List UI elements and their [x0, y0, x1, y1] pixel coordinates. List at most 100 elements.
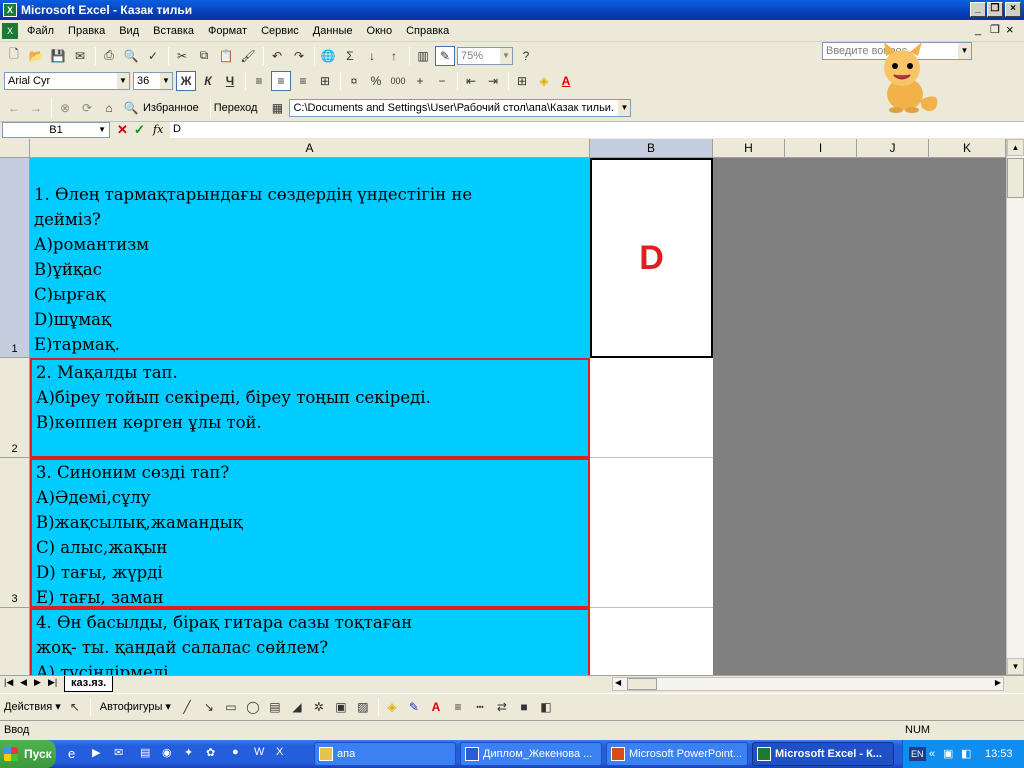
ie-icon[interactable]: e	[68, 746, 75, 761]
horizontal-scrollbar[interactable]: ◀ ▶	[612, 677, 1004, 691]
drawing-icon[interactable]: ✎	[435, 45, 455, 66]
doc-close-button[interactable]: ×	[1006, 22, 1014, 37]
chevron-down-icon[interactable]: ▼	[160, 72, 172, 89]
last-sheet-icon[interactable]: ▶|	[48, 677, 57, 688]
scroll-down-icon[interactable]: ▼	[1007, 658, 1024, 675]
cut-icon[interactable]: ✂	[172, 46, 192, 66]
copy-icon[interactable]: ⧉	[194, 46, 214, 66]
chart-wizard-icon[interactable]: ▥	[413, 46, 433, 66]
decrease-indent-icon[interactable]: ⇤	[461, 71, 481, 91]
menu-insert[interactable]: Вставка	[146, 25, 201, 37]
font-color-icon[interactable]: A	[426, 697, 446, 717]
new-icon[interactable]: 🗋	[4, 46, 24, 66]
office-assistant-cat[interactable]	[860, 42, 950, 114]
column-header-i[interactable]: I	[785, 139, 857, 158]
menu-window[interactable]: Окно	[360, 25, 400, 37]
scroll-right-icon[interactable]: ▶	[995, 678, 1001, 687]
prev-sheet-icon[interactable]: ◀	[20, 677, 27, 688]
bold-button[interactable]: Ж	[176, 70, 196, 91]
zoom-select[interactable]: 75% ▼	[457, 46, 513, 65]
chevron-down-icon[interactable]: ▼	[117, 72, 129, 89]
cell-a4[interactable]: 4. Өн басылды, бірақ гитара сазы тоқтаға…	[30, 608, 590, 675]
chevron-down-icon[interactable]: ▼	[618, 99, 631, 116]
first-sheet-icon[interactable]: |◀	[4, 677, 13, 688]
volume-icon[interactable]: ◧	[961, 740, 971, 768]
line-color-icon[interactable]: ✎	[404, 697, 424, 717]
word-icon[interactable]: W	[254, 746, 264, 758]
format-painter-icon[interactable]: 🖌	[238, 46, 258, 66]
enter-icon[interactable]: ✓	[134, 122, 145, 138]
language-indicator[interactable]: EN	[909, 747, 926, 761]
home-icon[interactable]: ⌂	[99, 98, 119, 118]
autosum-icon[interactable]: Σ	[340, 46, 360, 66]
wordart-icon[interactable]: ◢	[287, 697, 307, 717]
row-header-4[interactable]	[0, 608, 30, 675]
quicklaunch-icon[interactable]: ✦	[184, 746, 193, 759]
font-color-icon[interactable]: A	[556, 71, 576, 91]
row-header-3[interactable]: 3	[0, 458, 30, 608]
menu-tools[interactable]: Сервис	[254, 25, 306, 37]
outlook-icon[interactable]: ✉	[114, 746, 123, 759]
cell-a1[interactable]: 1. Өлең тармақтарындағы сөздердің үндест…	[30, 158, 590, 358]
column-header-k[interactable]: K	[929, 139, 1006, 158]
column-header-a[interactable]: A	[30, 139, 590, 158]
font-size-select[interactable]: 36 ▼	[133, 71, 173, 90]
increase-indent-icon[interactable]: ⇥	[483, 71, 503, 91]
back-icon[interactable]: ←	[4, 98, 24, 118]
italic-button[interactable]: К	[198, 71, 218, 91]
media-player-icon[interactable]: ▶	[92, 746, 100, 759]
align-left-icon[interactable]: ≡	[249, 71, 269, 91]
forward-icon[interactable]: →	[26, 98, 46, 118]
dash-style-icon[interactable]: ┅	[470, 697, 490, 717]
decrease-decimal-icon[interactable]: −	[432, 71, 452, 91]
autoshapes-menu[interactable]: Автофигуры ▾	[100, 700, 171, 713]
cell-b1-selected[interactable]: D	[590, 158, 713, 358]
sheet-tab[interactable]: каз.яз.	[64, 676, 114, 692]
comma-style-icon[interactable]: 000	[388, 71, 408, 91]
borders-icon[interactable]: ⊞	[512, 71, 532, 91]
rectangle-icon[interactable]: ▭	[221, 697, 241, 717]
permission-icon[interactable]: ✉	[70, 46, 90, 66]
redo-icon[interactable]: ↷	[289, 46, 309, 66]
menu-data[interactable]: Данные	[306, 25, 360, 37]
task-button-excel[interactable]: Microsoft Excel - К...	[752, 742, 894, 766]
line-style-icon[interactable]: ≡	[448, 697, 468, 717]
stop-icon[interactable]: ⊗	[55, 98, 75, 118]
cell-b4[interactable]	[590, 608, 713, 675]
diagram-icon[interactable]: ✲	[309, 697, 329, 717]
workbook-icon[interactable]: X	[2, 22, 18, 39]
print-preview-icon[interactable]: 🔍	[121, 46, 141, 66]
name-box[interactable]: B1 ▼	[2, 122, 110, 138]
doc-restore-button[interactable]: ❐	[990, 23, 1000, 36]
row-header-1[interactable]: 1	[0, 158, 30, 358]
oval-icon[interactable]: ◯	[243, 697, 263, 717]
formula-input[interactable]: D	[170, 122, 1024, 138]
search-web-icon[interactable]: 🔍	[121, 98, 141, 118]
goto-button[interactable]: Переход	[214, 102, 258, 114]
sort-ascending-icon[interactable]: ↓	[362, 46, 382, 66]
align-center-icon[interactable]: ≡	[271, 70, 291, 91]
column-header-j[interactable]: J	[857, 139, 929, 158]
column-header-h[interactable]: H	[713, 139, 785, 158]
select-objects-icon[interactable]: ↖	[65, 697, 85, 717]
fill-color-icon[interactable]: ◈	[534, 71, 554, 91]
hyperlink-icon[interactable]: 🌐	[318, 46, 338, 66]
textbox-icon[interactable]: ▤	[265, 697, 285, 717]
worksheet-grid[interactable]: A B H I J K 1 1. Өлең тармақтарындағы сө…	[0, 139, 1006, 675]
favorites-button[interactable]: Избранное	[143, 102, 199, 114]
quicklaunch-icon[interactable]: ✿	[206, 746, 215, 759]
save-icon[interactable]: 💾	[48, 46, 68, 66]
task-button-folder[interactable]: апа	[314, 742, 456, 766]
restore-button[interactable]: ❐	[987, 2, 1003, 17]
menu-format[interactable]: Формат	[201, 25, 254, 37]
excel-quick-icon[interactable]: X	[276, 746, 283, 758]
cell-a3[interactable]: 3. Синоним сөзді тап? А)Әдемі,сұлу В)жақ…	[30, 458, 590, 608]
hscroll-thumb[interactable]	[627, 678, 657, 690]
merge-center-icon[interactable]: ⊞	[315, 71, 335, 91]
winamp-icon[interactable]: ◉	[162, 746, 172, 759]
percent-icon[interactable]: %	[366, 71, 386, 91]
paste-icon[interactable]: 📋	[216, 46, 236, 66]
close-button[interactable]: ×	[1005, 2, 1021, 17]
refresh-icon[interactable]: ⟳	[77, 98, 97, 118]
underline-button[interactable]: Ч	[220, 71, 240, 91]
